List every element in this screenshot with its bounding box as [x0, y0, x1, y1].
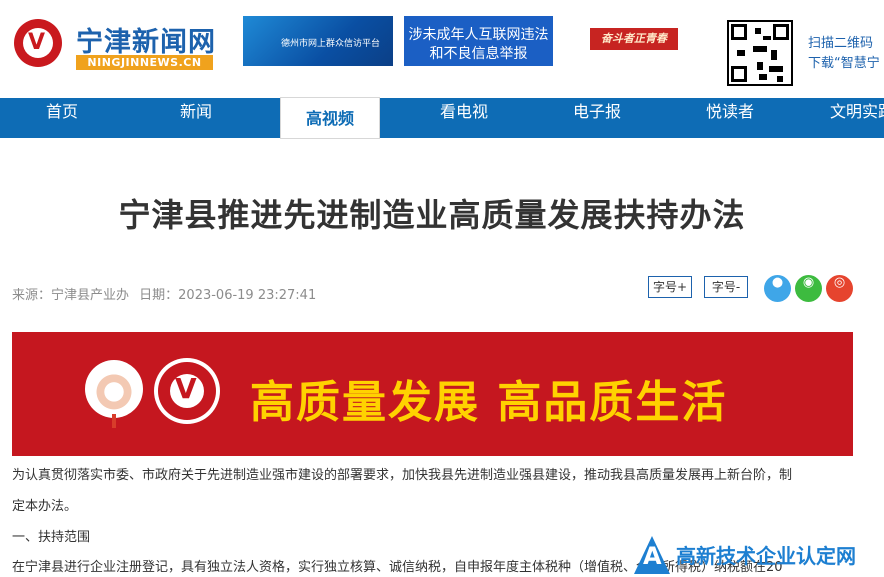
fan-logo-icon	[85, 360, 143, 418]
qr-dot	[737, 50, 745, 56]
qr-dot	[759, 74, 767, 80]
petition-platform-banner[interactable]: 德州市网上群众信访平台	[243, 16, 393, 66]
fan-stem	[112, 414, 116, 428]
nav-item-tv[interactable]: 看电视	[424, 98, 504, 138]
nav-item-epaper[interactable]: 电子报	[557, 98, 637, 138]
font-larger-button[interactable]: 字号+	[648, 276, 692, 298]
watermark-a-icon: A	[643, 542, 662, 570]
article-meta: 来源：宁津县产业办 日期：2023-06-19 23:27:41	[12, 284, 322, 303]
nav-item-news[interactable]: 新闻	[156, 98, 236, 138]
main-nav: 首页 新闻 高视频 看电视 电子报 悦读者 文明实践	[0, 97, 884, 139]
report-banner-line1: 涉未成年人互联网违法	[408, 27, 549, 43]
qr-dot	[757, 62, 763, 70]
font-smaller-button[interactable]: 字号-	[704, 276, 748, 298]
share-wechat-button[interactable]: ◉	[795, 275, 822, 302]
qr-dot	[755, 28, 761, 34]
site-logo-icon[interactable]: V	[14, 19, 62, 67]
qq-icon: ●	[771, 275, 784, 290]
hero-image: V 高质量发展 高品质生活	[12, 332, 853, 456]
report-banner-line2: 和不良信息举报	[429, 46, 528, 62]
logo-v-icon: V	[28, 30, 46, 55]
qr-code-icon	[727, 20, 793, 86]
site-domain: NINGJINNEWS.CN	[76, 55, 213, 70]
petition-banner-text: 德州市网上群众信访平台	[281, 39, 381, 49]
watermark: A 高新技术企业认定网	[632, 530, 884, 577]
youth-banner[interactable]: 奋斗者正青春	[590, 28, 678, 50]
qr-dot	[777, 76, 783, 82]
wechat-icon: ◉	[802, 275, 815, 290]
site-header: V 宁津新闻网 NINGJINNEWS.CN 德州市网上群众信访平台 涉未成年人…	[0, 0, 884, 98]
article-date: 日期：2023-06-19 23:27:41	[139, 288, 317, 303]
qr-dot	[753, 46, 767, 52]
report-banner[interactable]: 涉未成年人互联网违法 和不良信息举报	[404, 16, 553, 66]
nav-item-reader[interactable]: 悦读者	[690, 98, 770, 138]
share-qq-button[interactable]: ●	[764, 275, 791, 302]
share-weibo-button[interactable]: ◎	[826, 275, 853, 302]
logo-v-icon: V	[175, 372, 197, 405]
qr-dot	[769, 66, 783, 72]
nav-item-video[interactable]: 高视频	[280, 97, 380, 139]
hero-slogan: 高质量发展 高品质生活	[250, 377, 728, 428]
paragraph-1-line1: 为认真贯彻落实市委、市政府关于先进制造业强市建设的部署要求，加快我县先进制造业强…	[12, 468, 793, 483]
qr-dot	[763, 36, 771, 40]
qr-corner	[731, 24, 747, 40]
watermark-text: 高新技术企业认定网	[676, 544, 856, 568]
article-source: 来源：宁津县产业办	[12, 288, 130, 303]
weibo-icon: ◎	[833, 275, 846, 290]
nav-item-home[interactable]: 首页	[22, 98, 102, 138]
qr-corner	[731, 66, 747, 82]
site-logo-text[interactable]: 宁津新闻网	[76, 20, 216, 59]
page: V 宁津新闻网 NINGJINNEWS.CN 德州市网上群众信访平台 涉未成年人…	[0, 0, 884, 577]
paragraph-1-line2: 定本办法。	[12, 499, 78, 514]
news-logo-icon: V	[154, 358, 220, 424]
qr-corner	[773, 24, 789, 40]
article-title: 宁津县推进先进制造业高质量发展扶持办法	[118, 196, 746, 234]
nav-item-civilization[interactable]: 文明实践	[822, 98, 884, 138]
qr-caption-line2: 下载“智慧宁	[808, 56, 880, 71]
qr-caption-line1: 扫描二维码	[808, 36, 874, 51]
qr-dot	[771, 50, 777, 60]
